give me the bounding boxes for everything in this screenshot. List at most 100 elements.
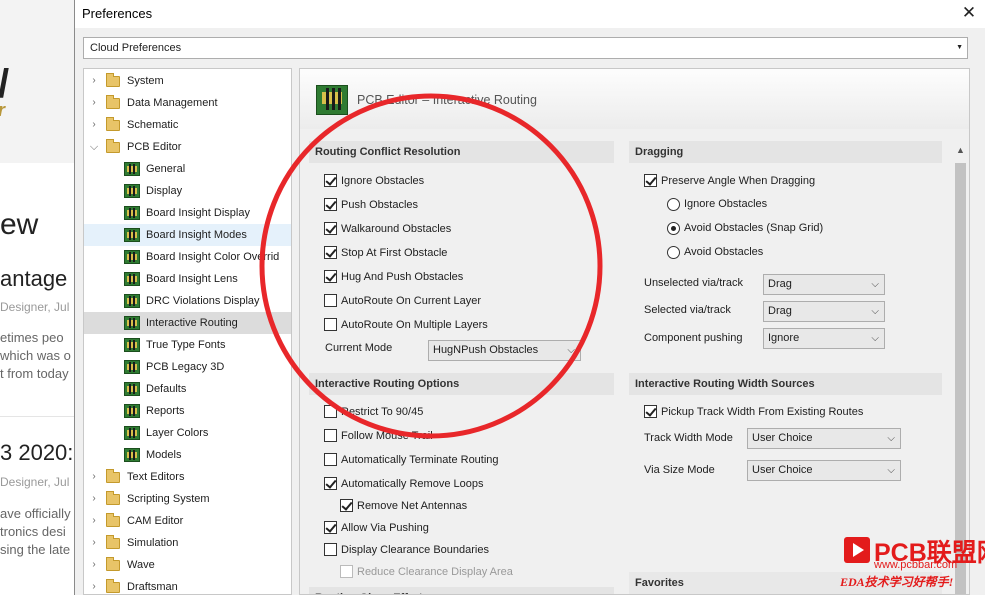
checkbox-label: Display Clearance Boundaries (341, 544, 489, 556)
chevron-right-icon[interactable]: › (89, 576, 99, 594)
tree-item-board-insight-display[interactable]: Board Insight Display (84, 202, 291, 224)
vertical-scrollbar[interactable]: ▲ (952, 141, 969, 594)
chevron-down-icon: ⌵ (887, 433, 895, 444)
scrollbar-thumb[interactable] (955, 163, 966, 594)
folder-icon (106, 95, 120, 109)
close-icon[interactable]: ✕ (958, 2, 980, 24)
background-text: etimes peo (0, 330, 64, 345)
folder-icon (106, 579, 120, 593)
pcb-page-icon (124, 184, 140, 198)
tree-item-text-editors[interactable]: › Text Editors (84, 466, 291, 488)
background-text: Designer, Jul (0, 300, 70, 314)
checkbox-label: Reduce Clearance Display Area (357, 566, 513, 578)
pcb-page-icon (124, 338, 140, 352)
chevron-right-icon[interactable]: › (89, 532, 99, 554)
panel-header: PCB Editor – Interactive Routing (300, 69, 969, 129)
checkbox-empty-icon (324, 429, 337, 442)
tree-item-true-type-fonts[interactable]: True Type Fonts (84, 334, 291, 356)
tree-item-wave[interactable]: › Wave (84, 554, 291, 576)
tree-item-scripting-system[interactable]: › Scripting System (84, 488, 291, 510)
watermark-tagline: EDA技术学习好帮手! (840, 575, 954, 589)
tree-item-draftsman[interactable]: › Draftsman (84, 576, 291, 594)
tree-item-board-insight-lens[interactable]: Board Insight Lens (84, 268, 291, 290)
track-width-mode-value: User Choice (752, 432, 813, 444)
checkbox-label: Follow Mouse Trail (341, 430, 433, 442)
tree-item-reports[interactable]: Reports (84, 400, 291, 422)
tree-item-label: System (127, 75, 164, 87)
chevron-down-icon[interactable]: ⌵ (89, 136, 99, 158)
tree-item-label: Board Insight Lens (146, 273, 238, 285)
via-size-mode-label: Via Size Mode (644, 464, 715, 476)
tree-item-pcb-editor[interactable]: ⌵ PCB Editor (84, 136, 291, 158)
folder-icon (106, 117, 120, 131)
tree-item-label: Schematic (127, 119, 179, 131)
pcb-page-icon (124, 250, 140, 264)
folder-icon (106, 513, 120, 527)
tree-item-display[interactable]: Display (84, 180, 291, 202)
dialog-title: Preferences (82, 6, 153, 21)
track-width-mode-dropdown[interactable]: User Choice ⌵ (747, 428, 901, 449)
checkmark-icon (324, 521, 337, 534)
tree-item-cam-editor[interactable]: › CAM Editor (84, 510, 291, 532)
unselected-via-track-label: Unselected via/track (644, 277, 744, 289)
tree-item-label: Board Insight Modes (146, 229, 247, 241)
checkbox-label: Hug And Push Obstacles (341, 271, 464, 283)
tree-item-interactive-routing[interactable]: Interactive Routing (84, 312, 291, 334)
checkbox-empty-icon (324, 318, 337, 331)
pcb-page-icon (124, 206, 140, 220)
tree-item-drc-violations-display[interactable]: DRC Violations Display (84, 290, 291, 312)
chevron-right-icon[interactable]: › (89, 114, 99, 136)
tree-item-simulation[interactable]: › Simulation (84, 532, 291, 554)
tree-item-label: DRC Violations Display (146, 295, 260, 307)
pcb-page-icon (124, 382, 140, 396)
chevron-right-icon[interactable]: › (89, 488, 99, 510)
radio-label: Avoid Obstacles (684, 246, 764, 258)
tree-item-data-management[interactable]: › Data Management (84, 92, 291, 114)
folder-icon (106, 535, 120, 549)
chevron-right-icon[interactable]: › (89, 554, 99, 576)
radio-empty-icon (667, 198, 680, 211)
tree-item-label: Models (146, 449, 182, 461)
section-interactive-routing-options: Interactive Routing Options (309, 373, 614, 395)
current-mode-dropdown[interactable]: HugNPush Obstacles ⌵ (428, 340, 581, 361)
tree-item-board-insight-color-overrid[interactable]: Board Insight Color Overrid (84, 246, 291, 268)
checkbox-label: Walkaround Obstacles (341, 223, 452, 235)
component-pushing-dropdown[interactable]: Ignore ⌵ (763, 328, 885, 349)
tree-item-system[interactable]: › System (84, 70, 291, 92)
pcb-page-icon (124, 272, 140, 286)
chevron-right-icon[interactable]: › (89, 70, 99, 92)
tree-item-label: PCB Legacy 3D (146, 361, 225, 373)
checkbox-label: Automatically Remove Loops (341, 478, 484, 490)
tree-item-board-insight-modes[interactable]: Board Insight Modes (84, 224, 291, 246)
folder-icon (106, 491, 120, 505)
chevron-right-icon[interactable]: › (89, 466, 99, 488)
tree-item-label: Board Insight Display (146, 207, 250, 219)
tree-item-label: Layer Colors (146, 427, 209, 439)
scroll-up-icon[interactable]: ▲ (956, 145, 965, 155)
cloud-preferences-select[interactable]: Cloud Preferences ▼ (83, 37, 968, 59)
unselected-via-track-dropdown[interactable]: Drag ⌵ (763, 274, 885, 295)
via-size-mode-dropdown[interactable]: User Choice ⌵ (747, 460, 901, 481)
tree-item-label: Reports (146, 405, 185, 417)
selected-via-track-dropdown[interactable]: Drag ⌵ (763, 301, 885, 322)
tree-item-layer-colors[interactable]: Layer Colors (84, 422, 291, 444)
tree-item-general[interactable]: General (84, 158, 291, 180)
checkmark-icon (340, 499, 353, 512)
checkbox-empty-icon (324, 543, 337, 556)
folder-icon (106, 73, 120, 87)
tree-item-defaults[interactable]: Defaults (84, 378, 291, 400)
pcb-page-icon (124, 316, 140, 330)
pcb-page-icon (124, 228, 140, 242)
tree-item-pcb-legacy-3d[interactable]: PCB Legacy 3D (84, 356, 291, 378)
background-text: t from today (0, 366, 69, 381)
tree-item-models[interactable]: Models (84, 444, 291, 466)
chevron-right-icon[interactable]: › (89, 510, 99, 532)
background-text: tronics desi (0, 524, 66, 539)
chevron-right-icon[interactable]: › (89, 92, 99, 114)
checkbox-label: Stop At First Obstacle (341, 247, 448, 259)
tree-item-schematic[interactable]: › Schematic (84, 114, 291, 136)
selected-via-track-value: Drag (768, 305, 792, 317)
cloud-preferences-value: Cloud Preferences (90, 42, 182, 54)
tree-item-label: Board Insight Color Overrid (146, 251, 280, 263)
watermark: PCB联盟网 www.pcbbar.com EDA技术学习好帮手! (840, 535, 985, 595)
